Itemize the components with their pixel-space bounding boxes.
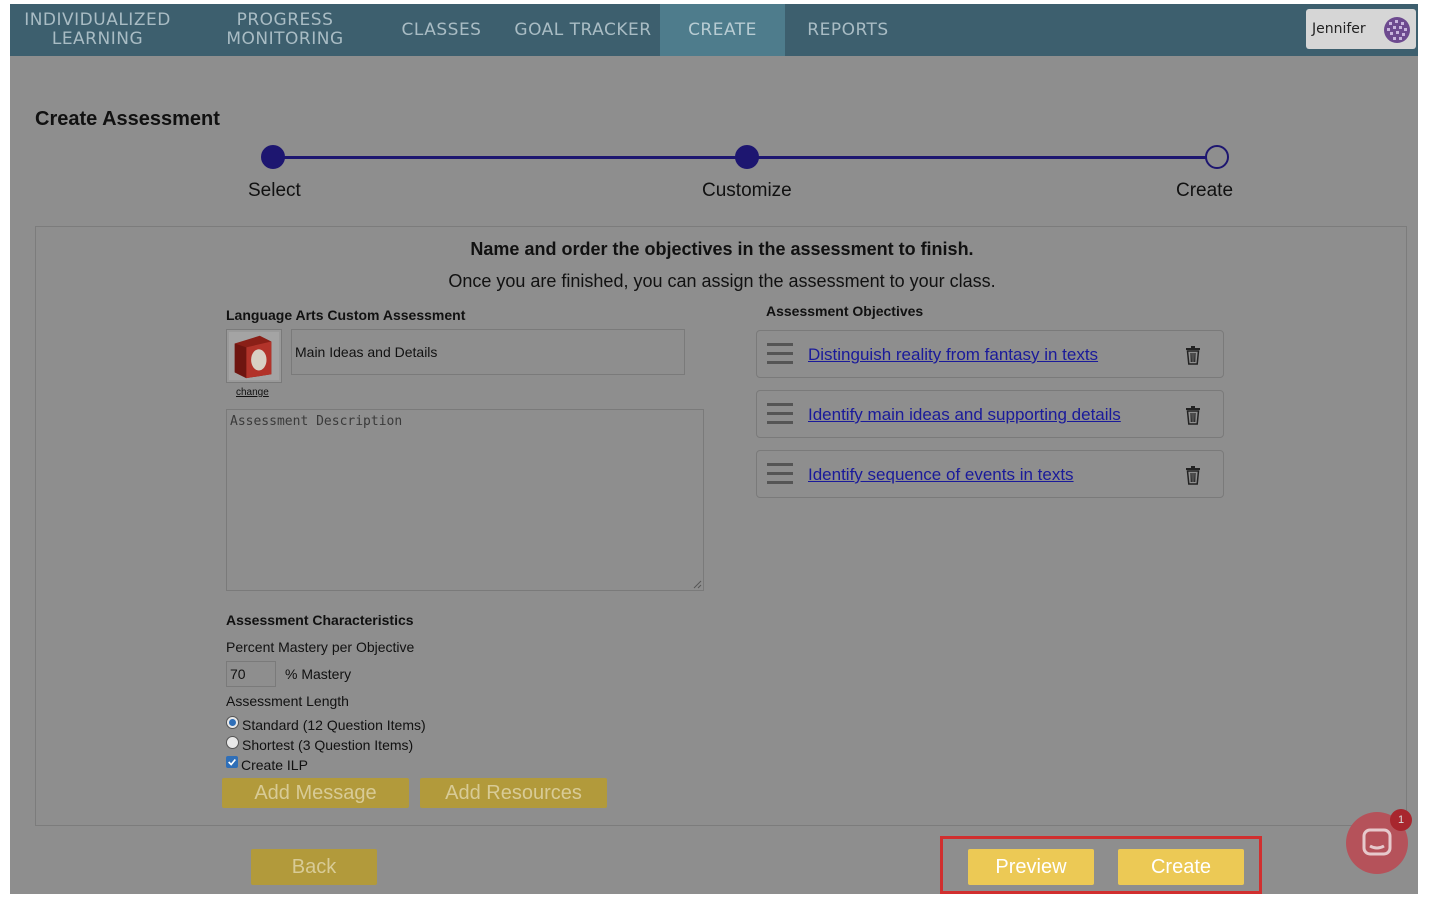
length-standard-label: Standard (12 Question Items)	[242, 717, 426, 733]
panel-heading: Name and order the objectives in the ass…	[470, 239, 974, 259]
nav-label: GOAL TRACKER	[514, 19, 652, 40]
mastery-suffix: % Mastery	[285, 666, 352, 682]
nav-label: REPORTS	[807, 19, 889, 40]
mastery-value: 70	[230, 666, 246, 682]
objective-row: Distinguish reality from fantasy in text…	[756, 330, 1224, 378]
change-image-link[interactable]: change	[236, 387, 269, 398]
create-ilp-checkbox[interactable]	[226, 756, 238, 768]
length-standard-radio[interactable]	[226, 716, 239, 729]
trash-icon[interactable]	[1185, 405, 1201, 425]
objectives-label: Assessment Objectives	[766, 303, 924, 319]
app-frame: INDIVIDUALIZED LEARNING PROGRESS MONITORIN…	[10, 4, 1418, 894]
nav-reports[interactable]: REPORTS	[798, 4, 898, 56]
assessment-name-input[interactable]: Main Ideas and Details	[291, 329, 685, 375]
assessment-description-textarea[interactable]: Assessment Description	[226, 409, 704, 591]
objective-row: Identify main ideas and supporting detai…	[756, 390, 1224, 438]
assessment-name-value: Main Ideas and Details	[295, 344, 438, 360]
user-name: Jennifer	[1312, 21, 1366, 37]
mastery-label: Percent Mastery per Objective	[226, 639, 415, 655]
create-ilp-label: Create ILP	[241, 757, 308, 773]
length-shortest-label: Shortest (3 Question Items)	[242, 737, 414, 753]
top-nav: INDIVIDUALIZED LEARNING PROGRESS MONITORIN…	[10, 4, 1418, 56]
step-label-customize: Customize	[702, 180, 792, 201]
resize-grip-icon[interactable]	[692, 579, 702, 589]
panel-subheading: Once you are finished, you can assign th…	[448, 271, 996, 291]
nav-label-line2: MONITORING	[226, 29, 344, 49]
nav-classes[interactable]: CLASSES	[394, 4, 489, 56]
assessment-panel: Name and order the objectives in the ass…	[35, 226, 1407, 826]
objective-link[interactable]: Identify main ideas and supporting detai…	[808, 405, 1121, 425]
nav-individualized-learning[interactable]: INDIVIDUALIZED LEARNING	[10, 4, 185, 56]
drag-handle-icon[interactable]	[767, 403, 793, 425]
nav-label-line1: PROGRESS	[236, 10, 334, 30]
chat-badge: 1	[1390, 809, 1412, 831]
drag-handle-icon[interactable]	[767, 343, 793, 365]
nav-label-line2: LEARNING	[51, 29, 144, 49]
description-placeholder: Assessment Description	[230, 414, 403, 429]
step-dot-select	[261, 145, 285, 169]
objective-link[interactable]: Distinguish reality from fantasy in text…	[808, 345, 1098, 365]
trash-icon[interactable]	[1185, 345, 1201, 365]
length-shortest-radio[interactable]	[226, 736, 239, 749]
trash-icon[interactable]	[1185, 465, 1201, 485]
add-resources-button[interactable]: Add Resources	[420, 778, 607, 808]
nav-label: CREATE	[688, 19, 757, 40]
nav-progress-monitoring[interactable]: PROGRESS MONITORING	[210, 4, 360, 56]
objective-link[interactable]: Identify sequence of events in texts	[808, 465, 1074, 485]
checkmark-icon	[228, 758, 236, 766]
create-button[interactable]: Create	[1118, 849, 1244, 885]
user-menu[interactable]: Jennifer	[1306, 9, 1416, 49]
step-dot-customize	[735, 145, 759, 169]
length-label: Assessment Length	[226, 693, 349, 709]
step-dot-create	[1205, 145, 1229, 169]
step-label-create: Create	[1176, 180, 1234, 201]
objective-row: Identify sequence of events in texts	[756, 450, 1224, 498]
mastery-input[interactable]: 70	[226, 661, 276, 687]
back-button[interactable]: Back	[251, 849, 377, 885]
page-title: Create Assessment	[35, 108, 220, 130]
nav-label-line1: INDIVIDUALIZED	[24, 10, 171, 30]
assessment-type-label: Language Arts Custom Assessment	[226, 307, 466, 323]
avatar-grid-icon	[1384, 17, 1410, 43]
nav-goal-tracker[interactable]: GOAL TRACKER	[510, 4, 656, 56]
add-message-button[interactable]: Add Message	[222, 778, 409, 808]
nav-label: CLASSES	[401, 19, 482, 40]
characteristics-label: Assessment Characteristics	[226, 612, 414, 628]
step-label-select: Select	[248, 180, 301, 201]
nav-create[interactable]: CREATE	[660, 4, 785, 56]
preview-button[interactable]: Preview	[968, 849, 1094, 885]
book-thumbnail[interactable]	[226, 329, 282, 383]
drag-handle-icon[interactable]	[767, 463, 793, 485]
red-book-icon	[228, 331, 280, 381]
